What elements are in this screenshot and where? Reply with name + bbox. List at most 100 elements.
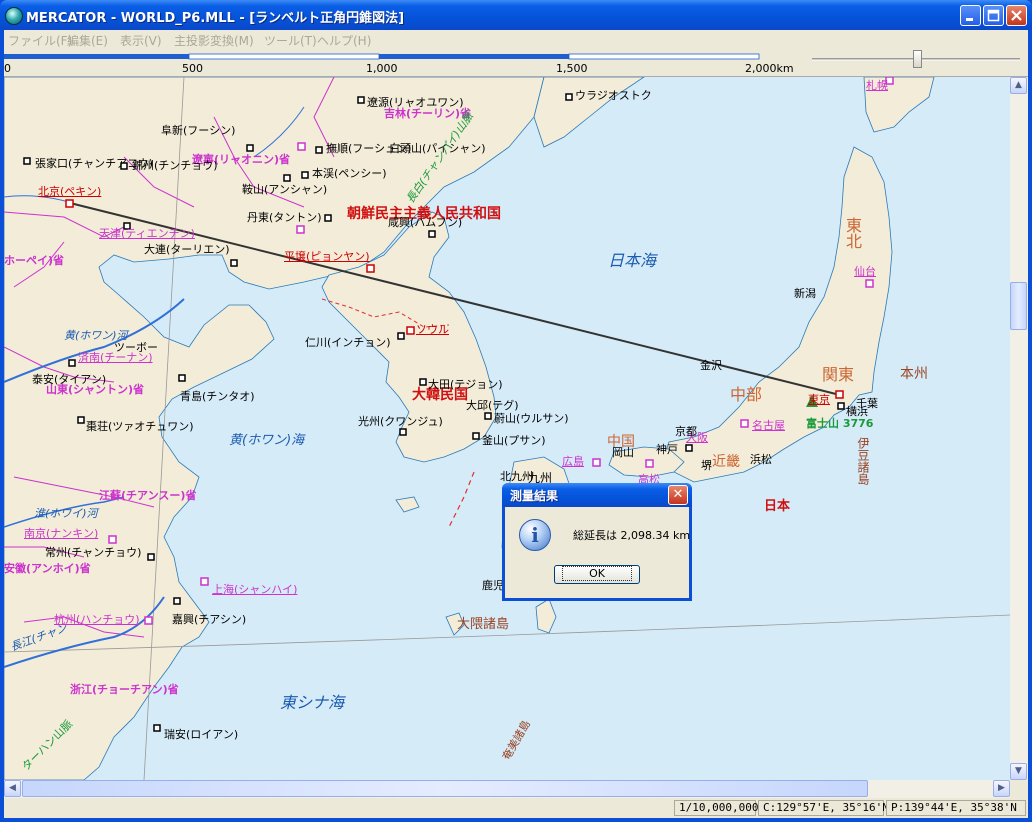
vertical-scroll-thumb[interactable] bbox=[1010, 282, 1027, 330]
scale-tick-2000: 2,000km bbox=[745, 62, 794, 75]
scale-tick-1000: 1,000 bbox=[366, 62, 398, 75]
dialog-title: 測量結果 bbox=[510, 489, 559, 503]
label-busan: 釜山(プサン) bbox=[482, 434, 546, 447]
scale-tick-0: 0 bbox=[4, 62, 11, 75]
label-dalian: 大連(ターリエン) bbox=[144, 243, 230, 256]
label-fuji: 富士山 3776 bbox=[806, 417, 874, 430]
label-kobe: 神戸 bbox=[656, 443, 678, 456]
scrollbar-corner bbox=[1010, 780, 1028, 798]
vertical-scrollbar[interactable]: ▲ ▼ bbox=[1010, 77, 1028, 780]
label-hamhung: 咸興(ハムフン) bbox=[388, 216, 463, 229]
label-hebei: ホーペイ)省 bbox=[4, 254, 65, 267]
maximize-icon bbox=[987, 9, 1000, 22]
status-center-coords: C:129°57'E, 35°16'N bbox=[758, 800, 889, 816]
menu-tools[interactable]: ツール(T) bbox=[264, 32, 317, 49]
label-kinki: 近畿 bbox=[712, 454, 740, 470]
measurement-dialog: 測量結果 ✕ i 総延長は 2,098.34 km OK bbox=[502, 483, 692, 601]
label-honshu: 本州 bbox=[900, 366, 928, 382]
label-vladivostok: ウラジオストク bbox=[575, 89, 652, 102]
label-sapporo: 札幌 bbox=[866, 79, 888, 92]
label-liaoyuan: 遼源(リャオユワン) bbox=[367, 96, 464, 109]
label-anshan: 鞍山(アンシャン) bbox=[242, 183, 328, 196]
scale-tick-1500: 1,500 bbox=[556, 62, 588, 75]
label-sakai: 堺 bbox=[701, 459, 712, 472]
title-bar[interactable]: MERCATOR - WORLD_P6.MLL - [ランベルト正角円錐図法] bbox=[0, 0, 1032, 30]
dialog-title-bar[interactable]: 測量結果 ✕ bbox=[502, 483, 692, 507]
horizontal-scroll-thumb[interactable] bbox=[22, 780, 868, 797]
label-huai-river: 淮(ホワイ)河 bbox=[34, 507, 98, 520]
scale-tick-500: 500 bbox=[182, 62, 203, 75]
scale-bar-graphic bbox=[4, 53, 1020, 61]
label-kitakyushu: 北九州 bbox=[500, 470, 533, 483]
label-seoul: ソウル bbox=[416, 323, 449, 336]
label-hamamatsu: 浜松 bbox=[750, 453, 772, 466]
label-gwangju: 光州(クワンジュ) bbox=[358, 415, 443, 428]
label-changzhou: 常州(チャンチョウ) bbox=[45, 546, 142, 559]
label-benxi: 本渓(ペンシー) bbox=[312, 167, 387, 180]
label-ulsan: 蔚山(ウルサン) bbox=[494, 412, 569, 425]
scroll-up-button[interactable]: ▲ bbox=[1010, 77, 1027, 94]
scroll-right-button[interactable]: ▶ bbox=[993, 780, 1010, 797]
label-kyoto: 京都 bbox=[675, 425, 697, 438]
label-beijing: 北京(ペキン) bbox=[38, 185, 102, 198]
zoom-slider-thumb[interactable] bbox=[913, 50, 922, 68]
label-chubu: 中部 bbox=[730, 385, 763, 404]
dialog-message: 総延長は 2,098.34 km bbox=[573, 529, 691, 542]
label-incheon: 仁川(インチョン) bbox=[305, 336, 391, 349]
scroll-down-button[interactable]: ▼ bbox=[1010, 763, 1027, 780]
label-kanazawa: 金沢 bbox=[700, 359, 722, 372]
label-kanto: 関東 bbox=[822, 365, 855, 384]
label-yellow-sea: 黄(ホワン)海 bbox=[229, 433, 305, 448]
label-tianjin: 天津(ティエンチン) bbox=[99, 227, 195, 240]
label-osumi: 大隈諸島 bbox=[457, 617, 510, 632]
label-yantai: ツーボー bbox=[114, 341, 158, 354]
menu-edit[interactable]: 編集(E) bbox=[67, 32, 108, 49]
info-icon: i bbox=[519, 519, 551, 551]
dialog-body: i 総延長は 2,098.34 km OK bbox=[505, 507, 691, 598]
ok-button-label: OK bbox=[562, 566, 632, 581]
ok-button[interactable]: OK bbox=[554, 565, 640, 584]
minimize-button[interactable] bbox=[960, 5, 981, 26]
menu-file[interactable]: ファイル(F) bbox=[8, 32, 72, 49]
label-okayama: 岡山 bbox=[612, 446, 634, 459]
label-ruian: 瑞安(ロイアン) bbox=[164, 728, 239, 741]
status-scale: 1/10,000,000 bbox=[674, 800, 758, 816]
label-jiaxing: 嘉興(チアシン) bbox=[172, 613, 247, 626]
close-icon bbox=[1011, 10, 1022, 21]
label-izu: 伊豆諸島 bbox=[856, 437, 870, 485]
window-title: MERCATOR - WORLD_P6.MLL - [ランベルト正角円錐図法] bbox=[26, 11, 405, 26]
label-hangzhou: 杭州(ハンチョウ) bbox=[54, 613, 140, 626]
menu-bar: ファイル(F) 編集(E) 表示(V) 主投影変換(M) ツール(T) ヘルプ(… bbox=[4, 30, 1028, 49]
menu-view[interactable]: 表示(V) bbox=[120, 32, 162, 49]
label-pyongyang: 平壌(ピョンヤン) bbox=[284, 250, 370, 263]
label-hiroshima: 広島 bbox=[562, 455, 584, 468]
map-view[interactable]: 朝鮮民主主義人民共和国 大韓民国 日本 日本海 黄(ホワン)海 東シナ海 大隈諸… bbox=[4, 77, 1010, 780]
close-button[interactable] bbox=[1006, 5, 1027, 26]
label-nanjing: 南京(ナンキン) bbox=[24, 527, 99, 540]
menu-help[interactable]: ヘルプ(H) bbox=[317, 32, 371, 49]
label-jiangsu: 江蘇(チアンスー)省 bbox=[99, 489, 197, 502]
label-kagoshima: 鹿児 bbox=[482, 579, 504, 592]
label-anhui: 安徽(アンホイ)省 bbox=[4, 562, 91, 575]
close-icon: ✕ bbox=[672, 487, 684, 502]
scroll-left-button[interactable]: ◀ bbox=[4, 780, 21, 797]
label-taian: 泰安(タイアン) bbox=[32, 373, 107, 386]
label-shanghai: 上海(シャンハイ) bbox=[212, 583, 298, 596]
label-east-china-sea: 東シナ海 bbox=[280, 693, 345, 712]
label-japan-sea: 日本海 bbox=[608, 251, 657, 270]
app-window: MERCATOR - WORLD_P6.MLL - [ランベルト正角円錐図法] … bbox=[0, 0, 1032, 822]
label-fuxin: 阜新(フーシン) bbox=[161, 124, 236, 137]
minimize-icon bbox=[966, 18, 973, 21]
menu-projection[interactable]: 主投影変換(M) bbox=[174, 32, 254, 49]
label-tohoku: 東北 bbox=[843, 217, 862, 249]
label-daejeon: 大田(テジョン) bbox=[428, 378, 503, 391]
label-zhejiang: 浙江(チョーチアン)省 bbox=[70, 683, 179, 696]
label-jinzhou: 錦州(チンチョウ) bbox=[132, 159, 218, 172]
dialog-close-button[interactable]: ✕ bbox=[668, 485, 688, 505]
horizontal-scrollbar[interactable]: ◀ ▶ bbox=[4, 780, 1010, 798]
maximize-button[interactable] bbox=[983, 5, 1004, 26]
globe-icon[interactable] bbox=[5, 7, 23, 25]
label-japan: 日本 bbox=[764, 499, 791, 514]
label-zaozhuang: 棗荘(ツァオチュワン) bbox=[86, 420, 194, 433]
label-dandong: 丹東(タントン) bbox=[247, 211, 322, 224]
